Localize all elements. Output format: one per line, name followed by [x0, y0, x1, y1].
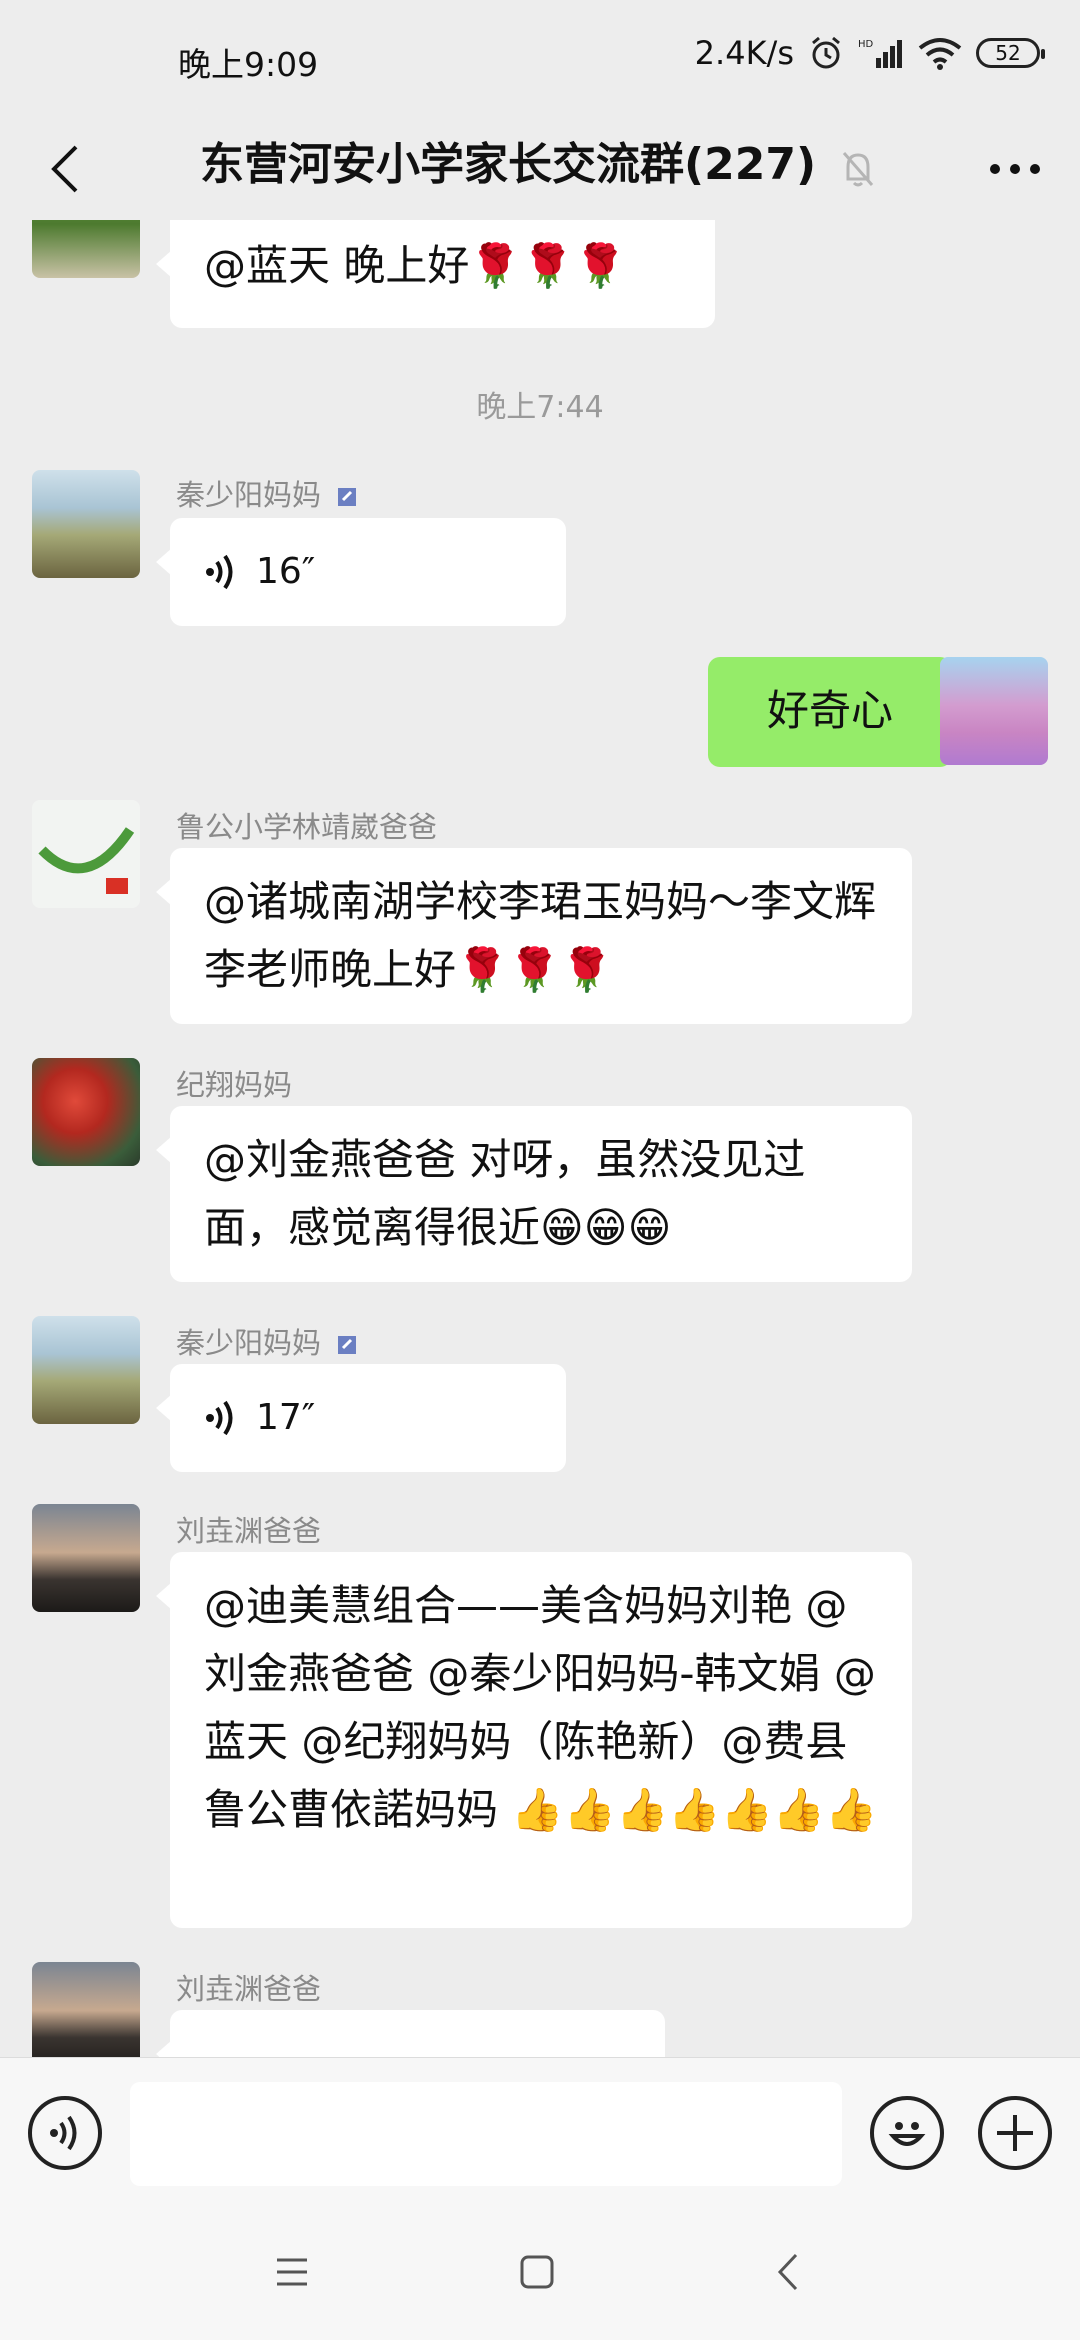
status-time: 晚上9:09: [178, 45, 319, 84]
message-text: @诸城南湖学校李珺玉妈妈～李文辉 李老师晚上好🌹🌹🌹: [204, 877, 877, 994]
avatar[interactable]: [32, 800, 140, 908]
voice-duration: 17″: [256, 1397, 316, 1438]
recent-apps-button[interactable]: [262, 2247, 322, 2297]
voice-input-button[interactable]: [28, 2096, 102, 2170]
chat-title[interactable]: 东营河安小学家长交流群(227): [200, 128, 816, 192]
back-arrow-icon: [51, 145, 78, 193]
home-button[interactable]: [507, 2247, 567, 2297]
more-button[interactable]: [980, 134, 1050, 204]
voice-icon: [206, 554, 233, 590]
avatar[interactable]: [32, 1058, 140, 1166]
voice-message[interactable]: 16″: [156, 518, 566, 626]
battery-indicator: 52: [976, 38, 1045, 68]
mute-bell-icon: [840, 134, 884, 204]
voice-duration: 16″: [256, 551, 316, 592]
message-bubble[interactable]: @诸城南湖学校李珺玉妈妈～李文辉 李老师晚上好🌹🌹🌹: [156, 848, 912, 1024]
signal-icon: HD: [858, 39, 902, 68]
my-avatar[interactable]: [940, 657, 1048, 765]
emoji-icon: [888, 2122, 926, 2146]
menu-icon: [277, 2258, 307, 2286]
svg-text:HD: HD: [858, 39, 874, 50]
sender-name: 鲁公小学林靖崴爸爸: [176, 810, 438, 844]
voice-icon: [206, 1400, 233, 1436]
more-functions-button[interactable]: [978, 2096, 1052, 2170]
back-button[interactable]: [30, 134, 100, 204]
avatar[interactable]: [32, 220, 140, 278]
chat-header: 东营河安小学家长交流群(227): [0, 120, 1080, 220]
sender-name: 纪翔妈妈: [176, 1068, 293, 1102]
message-text: 好奇心: [766, 686, 893, 735]
system-navigation-bar: [0, 2207, 1080, 2340]
message-timestamp: 晚上7:44: [476, 390, 604, 425]
message-input[interactable]: [130, 2082, 842, 2186]
input-bar: [0, 2057, 1080, 2207]
back-icon: [777, 2253, 798, 2291]
home-icon: [520, 2255, 554, 2289]
emoji-button[interactable]: [870, 2096, 944, 2170]
message-bubble[interactable]: 好奇心: [708, 657, 966, 767]
avatar[interactable]: [32, 1316, 140, 1424]
alarm-icon: [812, 36, 840, 69]
message-text: @迪美慧组合——美含妈妈刘艳 @刘金燕爸爸 @秦少阳妈妈-韩文娟 @蓝天 @纪翔…: [204, 1581, 878, 1834]
message-bubble[interactable]: @迪美慧组合——美含妈妈刘艳 @刘金燕爸爸 @秦少阳妈妈-韩文娟 @蓝天 @纪翔…: [156, 1552, 912, 1928]
message-bubble[interactable]: @刘金燕爸爸 对呀，虽然没见过面，感觉离得很近😁😁😁: [156, 1106, 912, 1282]
status-bar: 晚上9:09 2.4K/s HD 52: [0, 0, 1080, 120]
avatar[interactable]: [32, 470, 140, 578]
identity-badge-icon: [338, 488, 357, 506]
sender-name: 刘垚渊爸爸: [176, 1972, 322, 2006]
message-bubble[interactable]: [156, 2010, 665, 2057]
sender-name: 秦少阳妈妈: [176, 472, 359, 514]
avatar[interactable]: [32, 1504, 140, 1612]
sender-name: 秦少阳妈妈: [176, 1320, 359, 1362]
voice-message[interactable]: 17″: [156, 1364, 566, 1472]
more-icon: [990, 164, 1040, 174]
chat-messages[interactable]: @蓝天 晚上好🌹🌹🌹 晚上7:44 秦少阳妈妈 16″ 好奇心 鲁公小学林靖崴爸…: [0, 220, 1080, 2057]
network-speed: 2.4K/s: [694, 34, 794, 72]
avatar[interactable]: [32, 1962, 140, 2057]
system-back-button[interactable]: [758, 2247, 818, 2297]
message-text: @刘金燕爸爸 对呀，虽然没见过面，感觉离得很近😁😁😁: [204, 1135, 806, 1252]
voice-icon: [50, 2115, 77, 2151]
identity-badge-icon: [338, 1336, 357, 1354]
message-bubble[interactable]: @蓝天 晚上好🌹🌹🌹: [156, 220, 715, 328]
sender-name: 刘垚渊爸爸: [176, 1514, 322, 1548]
status-indicators: 2.4K/s HD 52: [694, 34, 1045, 72]
plus-icon: [997, 2115, 1033, 2151]
wifi-icon: [918, 38, 962, 70]
message-text: @蓝天 晚上好🌹🌹🌹: [204, 241, 627, 290]
